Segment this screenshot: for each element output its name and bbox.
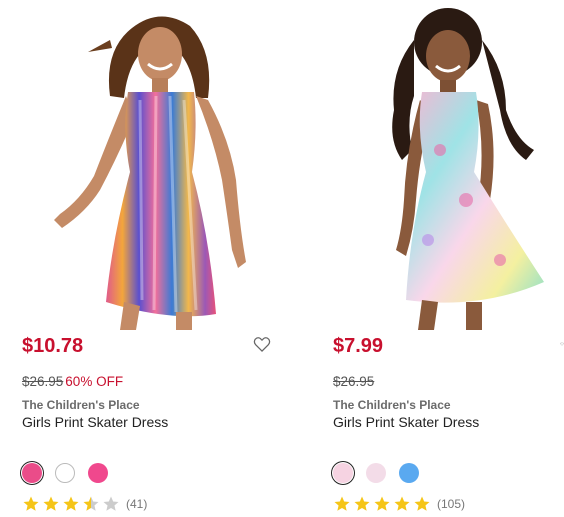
star-half-icon xyxy=(83,496,99,511)
discount-label: 60% OFF xyxy=(65,374,124,389)
color-swatch-hot-pink[interactable] xyxy=(88,463,108,483)
original-price: $26.95 xyxy=(22,374,64,389)
product-image[interactable] xyxy=(310,0,564,330)
color-swatch-pink[interactable] xyxy=(22,463,42,483)
star-empty-icon xyxy=(103,496,119,511)
color-swatch-blue[interactable] xyxy=(399,463,419,483)
product-title[interactable]: Girls Print Skater Dress xyxy=(22,414,168,430)
star-rating: (105) xyxy=(333,495,465,513)
color-swatch-lavender-pink[interactable] xyxy=(366,463,386,483)
product-title[interactable]: Girls Print Skater Dress xyxy=(333,414,479,430)
sale-price: $7.99 xyxy=(333,335,384,357)
star-icon xyxy=(23,496,39,511)
review-count[interactable]: (41) xyxy=(126,497,147,511)
product-photo-girl-unicorn-dress xyxy=(392,8,544,330)
product-card[interactable]: $10.78 $26.95 60% OFF The Children's Plac… xyxy=(0,0,300,511)
color-swatch-light-pink[interactable] xyxy=(333,463,353,483)
sale-price: $10.78 xyxy=(22,335,84,357)
star-rating: (41) xyxy=(22,495,147,513)
review-count[interactable]: (105) xyxy=(437,497,465,511)
heart-icon[interactable] xyxy=(252,334,272,354)
heart-icon[interactable] xyxy=(560,334,564,354)
color-swatches xyxy=(22,463,108,483)
star-icon xyxy=(374,496,390,511)
star-icon xyxy=(354,496,370,511)
star-icon xyxy=(63,496,79,511)
color-swatch-white[interactable] xyxy=(55,463,75,483)
price-details: $26.95 xyxy=(333,374,374,389)
color-swatches xyxy=(333,463,419,483)
product-image[interactable] xyxy=(0,0,300,330)
product-card[interactable]: $7.99 $26.95 The Children's Place Girls … xyxy=(310,0,564,511)
star-icon xyxy=(394,496,410,511)
brand-name: The Children's Place xyxy=(333,398,451,412)
price-details: $26.95 60% OFF xyxy=(22,374,123,389)
original-price: $26.95 xyxy=(333,374,375,389)
star-icon xyxy=(334,496,350,511)
brand-name: The Children's Place xyxy=(22,398,140,412)
product-photo-girl-multicolor-dress xyxy=(54,16,246,330)
star-icon xyxy=(414,496,430,511)
star-icon xyxy=(43,496,59,511)
